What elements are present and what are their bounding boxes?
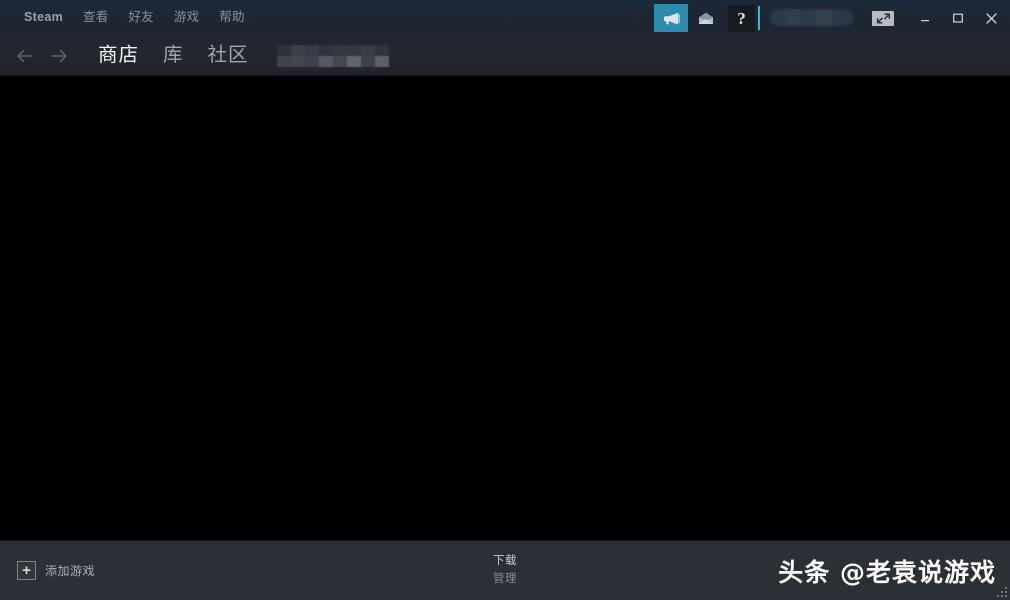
maximize-icon [953,13,963,23]
downloads-title[interactable]: 下载 [493,552,517,568]
steam-client-window: Steam 查看 好友 游戏 帮助 ? 商店 库 社区 + 添加游戏 下载 管理… [0,0,1010,600]
minimize-button[interactable] [912,4,938,32]
tab-store[interactable]: 商店 [86,45,151,66]
expand-icon-bg [872,10,894,26]
username-blur-mask [770,9,854,26]
help-button[interactable]: ? [728,4,755,32]
back-button[interactable] [8,39,42,73]
bigpicture-mode-button[interactable] [868,4,898,32]
menu-help[interactable]: 帮助 [209,8,254,28]
plus-icon: + [17,561,36,580]
messages-button[interactable] [690,4,722,32]
menu-view[interactable]: 查看 [73,8,118,28]
resize-grip[interactable] [994,584,1007,597]
main-tabs: 商店 库 社区 [86,45,261,66]
menu-friends[interactable]: 好友 [118,8,163,28]
add-game-button[interactable]: + 添加游戏 [17,561,95,580]
envelope-icon [699,12,713,24]
question-mark-icon: ? [737,8,746,28]
accent-divider [758,6,760,30]
megaphone-icon [663,12,680,25]
close-icon [985,12,997,24]
forward-button[interactable] [42,39,76,73]
maximize-button[interactable] [945,4,971,32]
title-bar-actions: ? [652,0,1010,36]
downloads-manage-link[interactable]: 管理 [493,570,517,586]
tab-library[interactable]: 库 [151,45,196,66]
main-content-area [0,76,1010,540]
tab-community[interactable]: 社区 [196,45,261,66]
menu-steam[interactable]: Steam [14,8,73,28]
menu-games[interactable]: 游戏 [164,8,209,28]
tab-profile-redacted[interactable] [276,44,389,67]
expand-arrows-icon [876,12,890,23]
menu-bar: Steam 查看 好友 游戏 帮助 [0,8,255,28]
bottom-status-bar: + 添加游戏 下载 管理 头条 @老袁说游戏 [0,540,1010,600]
title-bar: Steam 查看 好友 游戏 帮助 ? [0,0,1010,36]
broadcast-button[interactable] [654,4,688,32]
arrow-right-icon [51,49,67,62]
arrow-left-icon [17,49,33,62]
navigation-bar: 商店 库 社区 [0,36,1010,76]
watermark-text: 头条 @老袁说游戏 [778,557,996,587]
username-redacted[interactable] [766,6,858,30]
add-game-label: 添加游戏 [45,564,96,578]
close-button[interactable] [978,4,1004,32]
minimize-icon [921,20,929,22]
